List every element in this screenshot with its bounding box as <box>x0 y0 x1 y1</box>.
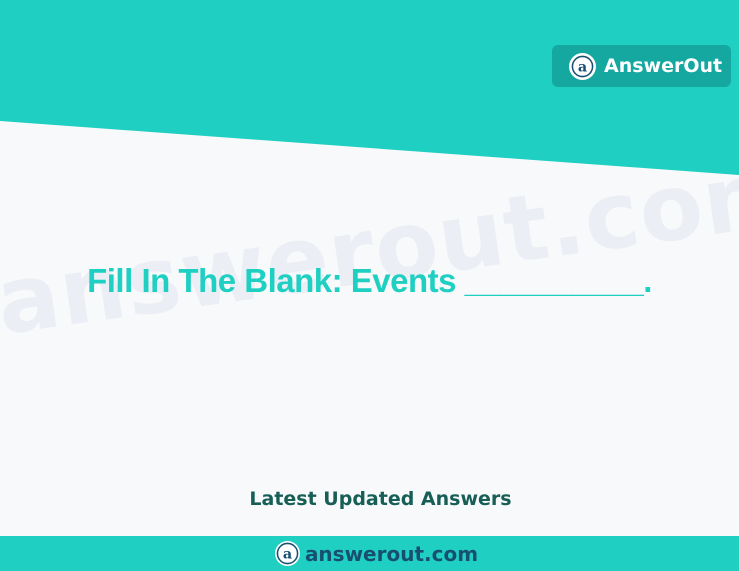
question-title: Fill In The Blank: Events __________. <box>87 262 652 299</box>
footer-bar: a answerout.com <box>0 536 739 571</box>
svg-text:a: a <box>283 546 292 562</box>
top-banner-shape <box>0 0 739 175</box>
brand-name: AnswerOut <box>604 55 723 77</box>
footer-link[interactable]: a answerout.com <box>274 541 479 566</box>
answerout-logo-icon: a <box>569 52 596 80</box>
page: answerout.com a AnswerOut Fill In The Bl… <box>0 0 739 571</box>
answerout-footer-logo-icon: a <box>274 541 300 566</box>
footer-url: answerout.com <box>304 541 479 566</box>
brand-badge[interactable]: a AnswerOut <box>552 45 731 87</box>
svg-text:a: a <box>578 59 587 75</box>
tagline: Latest Updated Answers <box>249 488 512 510</box>
